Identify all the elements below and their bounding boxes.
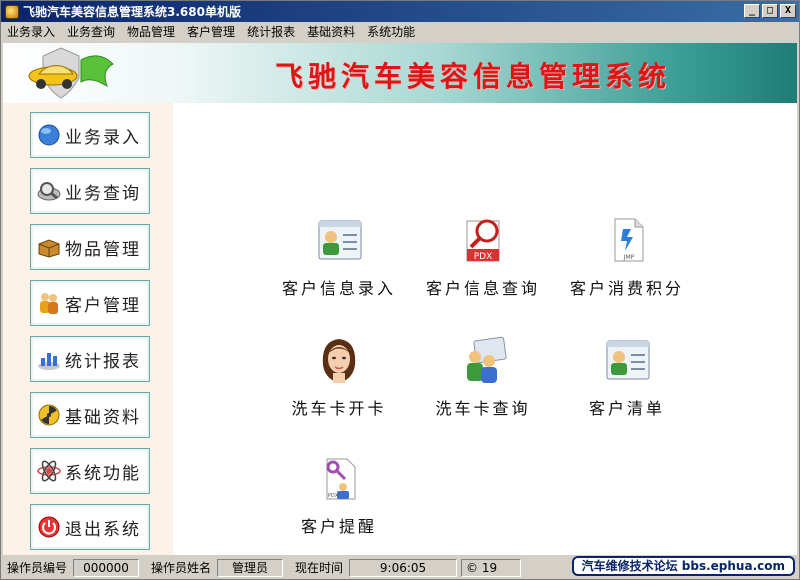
app-window: 飞驰汽车美容信息管理系统3.680单机版 _ □ X 业务录入 业务查询 物品管… [0, 0, 800, 580]
jmp-file-icon: JMP [614, 218, 644, 262]
sidebar-button-label: 业务查询 [65, 183, 141, 204]
people-card-icon [467, 336, 507, 383]
globe-icon [37, 123, 61, 147]
close-button[interactable]: X [780, 4, 796, 18]
atom-icon [37, 459, 61, 483]
sidebar-button-customer-management[interactable]: 客户管理 [30, 280, 150, 326]
pdx-text: PDX [328, 493, 339, 499]
sidebar-button-label: 退出系统 [65, 519, 141, 540]
time-value: 9:06:05 [349, 559, 458, 577]
minimize-button[interactable]: _ [744, 4, 760, 18]
operator-name-value: 管理员 [217, 559, 284, 577]
maximize-button[interactable]: □ [762, 4, 778, 18]
sidebar-button-label: 统计报表 [65, 351, 141, 372]
tile-label: 客户清单 [588, 399, 665, 418]
title-bar[interactable]: 飞驰汽车美容信息管理系统3.680单机版 _ □ X [1, 1, 799, 22]
menu-statistics[interactable]: 统计报表 [241, 22, 301, 42]
sidebar-button-system[interactable]: 系统功能 [30, 448, 150, 494]
tile-label: 客户提醒 [300, 517, 377, 536]
car-logo-icon [28, 47, 114, 99]
svg-text:PDX: PDX [474, 252, 493, 262]
contact-card-icon [318, 220, 362, 260]
time-label: 现在时间 [295, 561, 344, 575]
copyright-text: © 19 [461, 559, 522, 577]
menu-business-entry[interactable]: 业务录入 [1, 22, 61, 42]
menu-bar: 业务录入 业务查询 物品管理 客户管理 统计报表 基础资料 系统功能 [1, 22, 799, 42]
sidebar-button-business-entry[interactable]: 业务录入 [30, 112, 150, 158]
tile-customer-list[interactable]: 客户清单 [557, 335, 697, 419]
box-icon [37, 235, 61, 259]
svg-text:JMP: JMP [623, 254, 635, 261]
banner-title: 飞驰汽车美容信息管理系统 [275, 60, 672, 93]
header-banner: 飞驰汽车美容信息管理系统 [3, 43, 797, 103]
sidebar-button-basic-data[interactable]: 基础资料 [30, 392, 150, 438]
magnifier-icon [37, 179, 61, 203]
menu-goods-management[interactable]: 物品管理 [121, 22, 181, 42]
tile-customer-info-entry[interactable]: 客户信息录入 [269, 215, 409, 299]
app-icon[interactable] [5, 4, 19, 19]
tile-customer-info-query[interactable]: PDX 客户信息查询 [413, 215, 553, 299]
sidebar-button-statistics[interactable]: 统计报表 [30, 336, 150, 382]
tile-label: 客户消费积分 [569, 279, 684, 298]
power-icon [37, 515, 61, 539]
operator-id-label: 操作员编号 [7, 561, 68, 575]
operator-id-value: 000000 [73, 559, 140, 577]
forum-watermark: 汽车维修技术论坛 bbs.ephua.com [571, 556, 795, 576]
tile-wash-card-query[interactable]: 洗车卡查询 [413, 335, 553, 419]
sidebar-button-business-query[interactable]: 业务查询 [30, 168, 150, 214]
bar-chart-icon [37, 347, 61, 371]
menu-business-query[interactable]: 业务查询 [61, 22, 121, 42]
menu-system[interactable]: 系统功能 [361, 22, 421, 42]
sidebar-button-label: 客户管理 [65, 295, 141, 316]
sidebar-button-label: 基础资料 [65, 407, 141, 428]
sidebar-button-label: 物品管理 [65, 239, 141, 260]
sidebar-button-label: 业务录入 [65, 127, 141, 148]
operator-name-label: 操作员姓名 [151, 561, 212, 575]
sidebar-button-label: 系统功能 [65, 463, 141, 484]
key-document-icon: PDX [326, 458, 356, 500]
radiation-icon [37, 403, 61, 427]
users-icon [37, 291, 61, 315]
tile-label: 洗车卡开卡 [291, 399, 387, 418]
window-title: 飞驰汽车美容信息管理系统3.680单机版 [23, 5, 241, 19]
window-controls: _ □ X [744, 4, 796, 18]
sidebar-button-goods-management[interactable]: 物品管理 [30, 224, 150, 270]
sidebar: 业务录入 业务查询 物品管理 客户管理 统计报表 基础资料 系统功能 退出系统 [3, 103, 173, 555]
contact-card-icon [606, 340, 650, 380]
tile-label: 客户信息录入 [281, 279, 396, 298]
pdx-search-icon: PDX [466, 219, 500, 262]
tile-customer-reminder[interactable]: PDX 客户提醒 [269, 453, 409, 537]
menu-customer-management[interactable]: 客户管理 [181, 22, 241, 42]
tile-customer-points[interactable]: JMP 客户消费积分 [557, 215, 697, 299]
woman-portrait-icon [322, 339, 356, 383]
menu-basic-data[interactable]: 基础资料 [301, 22, 361, 42]
tile-label: 客户信息查询 [425, 279, 540, 298]
watermark-text: 汽车维修技术论坛 [581, 559, 678, 573]
main-panel: 客户信息录入 PDX 客户信息查询 JMP 客户消费积分 洗车卡开卡 洗车卡查询… [173, 103, 797, 555]
sidebar-button-exit[interactable]: 退出系统 [30, 504, 150, 550]
tile-label: 洗车卡查询 [435, 399, 531, 418]
tile-wash-card-issue[interactable]: 洗车卡开卡 [269, 335, 409, 419]
watermark-url: bbs.ephua.com [681, 559, 785, 573]
